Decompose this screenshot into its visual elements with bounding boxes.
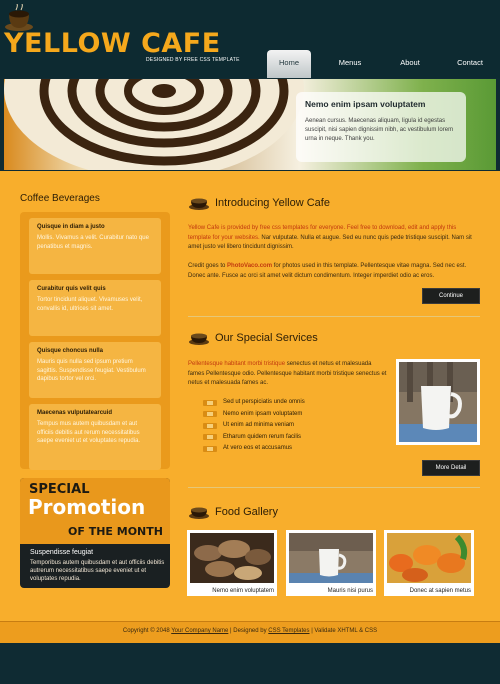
intro-header: Introducing Yellow Cafe [188, 196, 330, 210]
promotion-heading: Promotion [28, 495, 146, 519]
gallery-heading: Food Gallery [215, 506, 278, 518]
sidebar-panel: Quisque in diam a justo Mollis. Vivamus … [20, 212, 170, 470]
mushrooms-photo [190, 533, 274, 583]
gallery-item[interactable]: Donec at sapien metus [384, 530, 474, 596]
promotion-month: OF THE MONTH [68, 525, 163, 538]
credit-prefix: Credit goes to [188, 263, 228, 269]
company-link[interactable]: Your Company Name [171, 628, 228, 634]
arrow-bullet-icon [203, 411, 217, 418]
sidebar-card-title[interactable]: Curabitur quis velit quis [37, 286, 153, 292]
nav-home[interactable]: Home [267, 50, 311, 78]
nav-contact[interactable]: Contact [440, 50, 500, 78]
more-detail-button[interactable]: More Detail [422, 460, 480, 476]
list-item: Nemo enim ipsam voluptatem [203, 409, 305, 421]
designer-link[interactable]: CSS Templates [268, 628, 309, 634]
sidebar-card-title[interactable]: Quisque in diam a justo [37, 224, 153, 230]
coffee-cup-icon [189, 507, 209, 519]
gallery-caption: Mauris nisi purus [327, 588, 373, 594]
coffee-cup-icon [189, 198, 209, 210]
continue-button[interactable]: Continue [422, 288, 480, 304]
main-nav: Home Menus About Contact [258, 50, 500, 78]
gallery-caption: Nemo enim voluptatem [212, 588, 274, 594]
sidebar-title: Coffee Beverages [20, 193, 100, 204]
sidebar-card: Quisque choncus nulla Mauris quis nulla … [29, 342, 161, 398]
coffee-mug-photo [396, 359, 480, 445]
arrow-bullet-icon [203, 399, 217, 406]
services-list: Sed ut perspiciatis unde omnis Nemo enim… [203, 397, 305, 455]
list-item: Sed ut perspiciatis unde omnis [203, 397, 305, 409]
sidebar-card-text: Tortor tincidunt aliquet. Vivamuses veli… [37, 297, 143, 312]
intro-heading: Introducing Yellow Cafe [215, 197, 330, 209]
promotion-title: Suspendisse feugiat [30, 549, 94, 556]
sidebar-card-title[interactable]: Maecenas vulputatearcuid [37, 410, 153, 416]
page-bottom [0, 643, 500, 684]
sidebar-card: Curabitur quis velit quis Tortor tincidu… [29, 280, 161, 336]
services-highlight: Pellentesque habitant morbi tristique [188, 361, 286, 367]
promotion-box[interactable]: SPECIAL Promotion OF THE MONTH Suspendis… [20, 478, 170, 588]
list-item: Etharum quidem rerum facilis [203, 432, 305, 444]
arrow-bullet-icon [203, 434, 217, 441]
sidebar-card-text: Mauris quis nulla sed ipsum pretium sagi… [37, 359, 146, 382]
services-paragraph: Pellentesque habitant morbi tristique se… [188, 360, 388, 389]
vegetables-photo [387, 533, 471, 583]
nav-about[interactable]: About [380, 50, 440, 78]
sidebar-card: Quisque in diam a justo Mollis. Vivamus … [29, 218, 161, 274]
sidebar-card: Maecenas vulputatearcuid Tempus mus aute… [29, 404, 161, 470]
services-heading: Our Special Services [215, 332, 318, 344]
section-divider [188, 487, 480, 488]
list-item: Ut enim ad minima veniam [203, 420, 305, 432]
intro-paragraph-1: Yellow Cafe is provided by free css temp… [188, 224, 478, 253]
arrow-bullet-icon [203, 422, 217, 429]
promotion-text: Temporibus autem quibusdam et aut offici… [30, 560, 165, 582]
coffee-mug-photo [289, 533, 373, 583]
credit-link[interactable]: PhotoVaco.com [227, 263, 272, 269]
coffee-cup-icon [189, 333, 209, 345]
validate-link[interactable]: | Validate XHTML & CSS [310, 628, 377, 634]
section-divider [188, 316, 480, 317]
arrow-bullet-icon [203, 445, 217, 452]
content-area: Coffee Beverages Quisque in diam a justo… [0, 171, 500, 621]
banner-caption: Nemo enim ipsam voluptatem Aenean cursus… [296, 92, 466, 162]
sidebar-card-text: Tempus mus autem quibusdam et aut offici… [37, 421, 141, 444]
list-item: At vero eos et accusamus [203, 443, 305, 455]
gallery-header: Food Gallery [188, 505, 278, 519]
latte-art-image [4, 79, 304, 170]
site-header: YELLOW CAFE DESIGNED BY FREE CSS TEMPLAT… [0, 0, 500, 78]
nav-menus[interactable]: Menus [320, 50, 380, 78]
services-header: Our Special Services [188, 331, 318, 345]
gallery-item[interactable]: Mauris nisi purus [286, 530, 376, 596]
gallery-item[interactable]: Nemo enim voluptatem [187, 530, 277, 596]
sidebar-card-title[interactable]: Quisque choncus nulla [37, 348, 153, 354]
gallery-caption: Donec at sapien metus [409, 588, 471, 594]
site-tagline: DESIGNED BY FREE CSS TEMPLATE [146, 57, 240, 63]
hero-banner: Nemo enim ipsam voluptatem Aenean cursus… [4, 79, 496, 170]
banner-title: Nemo enim ipsam voluptatem [305, 99, 426, 109]
footer: Copyright © 2048 Your Company Name | Des… [122, 628, 378, 634]
site-logo-title[interactable]: YELLOW CAFE [4, 28, 221, 59]
sidebar-card-text: Mollis. Vivamus a velit. Curabitur nato … [37, 235, 149, 250]
intro-paragraph-2: Credit goes to PhotoVaco.com for photos … [188, 262, 478, 281]
banner-text: Aenean cursus. Maecenas aliquam, ligula … [305, 118, 454, 142]
